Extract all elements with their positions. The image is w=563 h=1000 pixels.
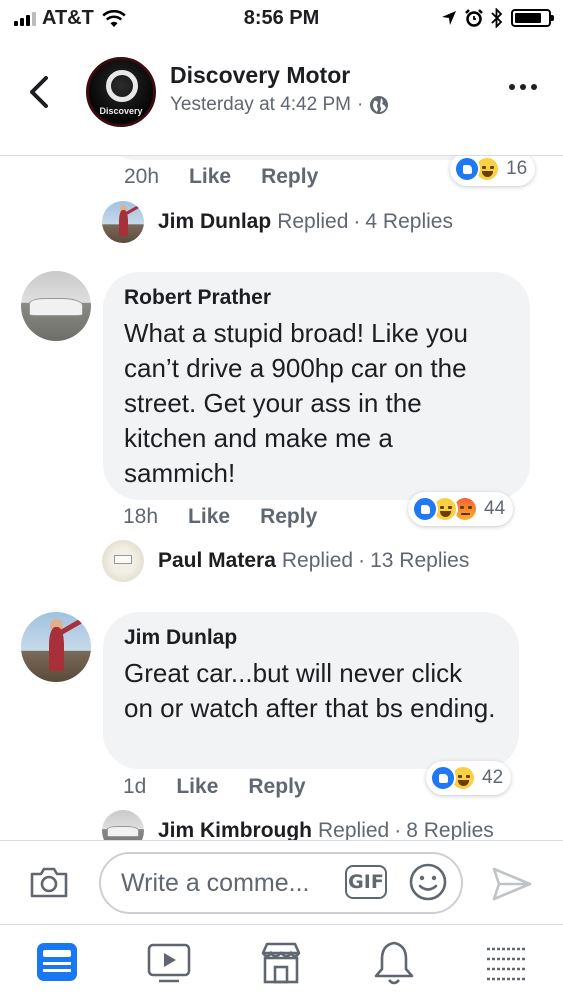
comment-age: 18h [123, 505, 159, 528]
comment-actions: 18h Like Reply [123, 505, 317, 529]
page-title[interactable]: Discovery Motor [170, 62, 350, 89]
reply-button[interactable]: Reply [248, 775, 305, 799]
reply-separator: · [394, 819, 402, 840]
avatar[interactable] [21, 271, 91, 341]
send-icon[interactable] [490, 865, 534, 903]
like-reaction-icon [412, 496, 438, 522]
comment-bubble: Jim Dunlap Great car...but will never cl… [103, 612, 519, 769]
reply-author: Paul Matera [158, 549, 276, 572]
post-meta: Yesterday at 4:42 PM · [170, 94, 389, 116]
reply-separator: · [358, 549, 366, 572]
video-icon[interactable] [143, 939, 195, 987]
post-timestamp: Yesterday at 4:42 PM [170, 94, 351, 115]
reply-count: 8 Replies [406, 819, 494, 840]
replies-summary[interactable]: Jim Kimbrough Replied · 8 Replies [102, 810, 494, 840]
reply-count: 4 Replies [365, 210, 453, 233]
like-button[interactable]: Like [188, 505, 230, 529]
marketplace-icon[interactable] [255, 939, 307, 987]
discovery-logo-icon [106, 70, 138, 102]
comment-bubble: Robert Prather What a stupid broad! Like… [103, 272, 530, 500]
comment-age: 1d [123, 775, 147, 798]
comment-text: What a stupid broad! Like you can’t driv… [124, 318, 468, 488]
battery-icon [511, 9, 554, 27]
location-arrow-icon [442, 11, 456, 25]
comment-actions: 20h Like Reply [124, 165, 318, 189]
comment-text: Great car...but will never click on or w… [124, 658, 496, 723]
like-reaction-icon [430, 765, 456, 791]
bell-icon[interactable] [368, 939, 420, 987]
comment-author[interactable]: Jim Dunlap [124, 626, 497, 650]
comment-actions: 1d Like Reply [123, 775, 306, 799]
globe-icon [370, 96, 389, 114]
emoji-icon[interactable] [408, 862, 448, 902]
comment-age: 20h [124, 165, 160, 188]
page-avatar[interactable]: Discovery [86, 57, 156, 127]
avatar [102, 201, 144, 243]
reply-author: Jim Kimbrough [158, 819, 313, 840]
comment-author[interactable]: Robert Prather [124, 286, 508, 310]
alarm-icon [465, 9, 483, 27]
reaction-count: 16 [506, 158, 528, 179]
gif-button[interactable]: GIF [345, 865, 387, 899]
reaction-summary[interactable]: 42 [426, 761, 512, 795]
avatar[interactable] [21, 612, 91, 682]
news-feed-icon[interactable] [31, 939, 83, 987]
reaction-summary[interactable]: 44 [408, 492, 514, 526]
reaction-count: 44 [484, 498, 506, 519]
comment-input-placeholder: Write a comme... [121, 868, 310, 897]
reply-separator: · [353, 210, 361, 233]
replies-summary[interactable]: Paul Matera Replied · 13 Replies [102, 540, 469, 582]
more-options-button[interactable] [509, 84, 537, 90]
like-button[interactable]: Like [176, 775, 218, 799]
reply-author: Jim Dunlap [158, 210, 272, 233]
comments-feed[interactable]: 20h Like Reply 16 Jim Dunlap Replied · 4… [0, 156, 563, 840]
like-button[interactable]: Like [189, 165, 231, 189]
status-bar: AT&T 8:56 PM [0, 0, 563, 38]
reaction-count: 42 [482, 767, 504, 788]
bluetooth-icon [491, 8, 503, 28]
meta-separator: · [356, 94, 364, 115]
avatar [102, 810, 144, 840]
menu-icon[interactable] [481, 939, 533, 987]
reply-button[interactable]: Reply [260, 505, 317, 529]
reaction-summary[interactable]: 16 [450, 156, 536, 186]
bottom-tab-bar [0, 924, 563, 1000]
reply-button[interactable]: Reply [261, 165, 318, 189]
avatar-logo-text: Discovery [99, 106, 143, 116]
reply-action: Replied [277, 210, 349, 233]
replies-summary[interactable]: Jim Dunlap Replied · 4 Replies [102, 201, 453, 243]
reply-action: Replied [318, 819, 390, 840]
reply-count: 13 Replies [370, 549, 470, 572]
like-reaction-icon [454, 156, 480, 182]
camera-icon[interactable] [28, 865, 70, 899]
comment-composer: Write a comme... GIF [0, 840, 563, 924]
back-button[interactable] [22, 70, 58, 114]
reply-action: Replied [281, 549, 354, 572]
post-header: Discovery Discovery Motor Yesterday at 4… [0, 38, 563, 156]
avatar [102, 540, 144, 582]
